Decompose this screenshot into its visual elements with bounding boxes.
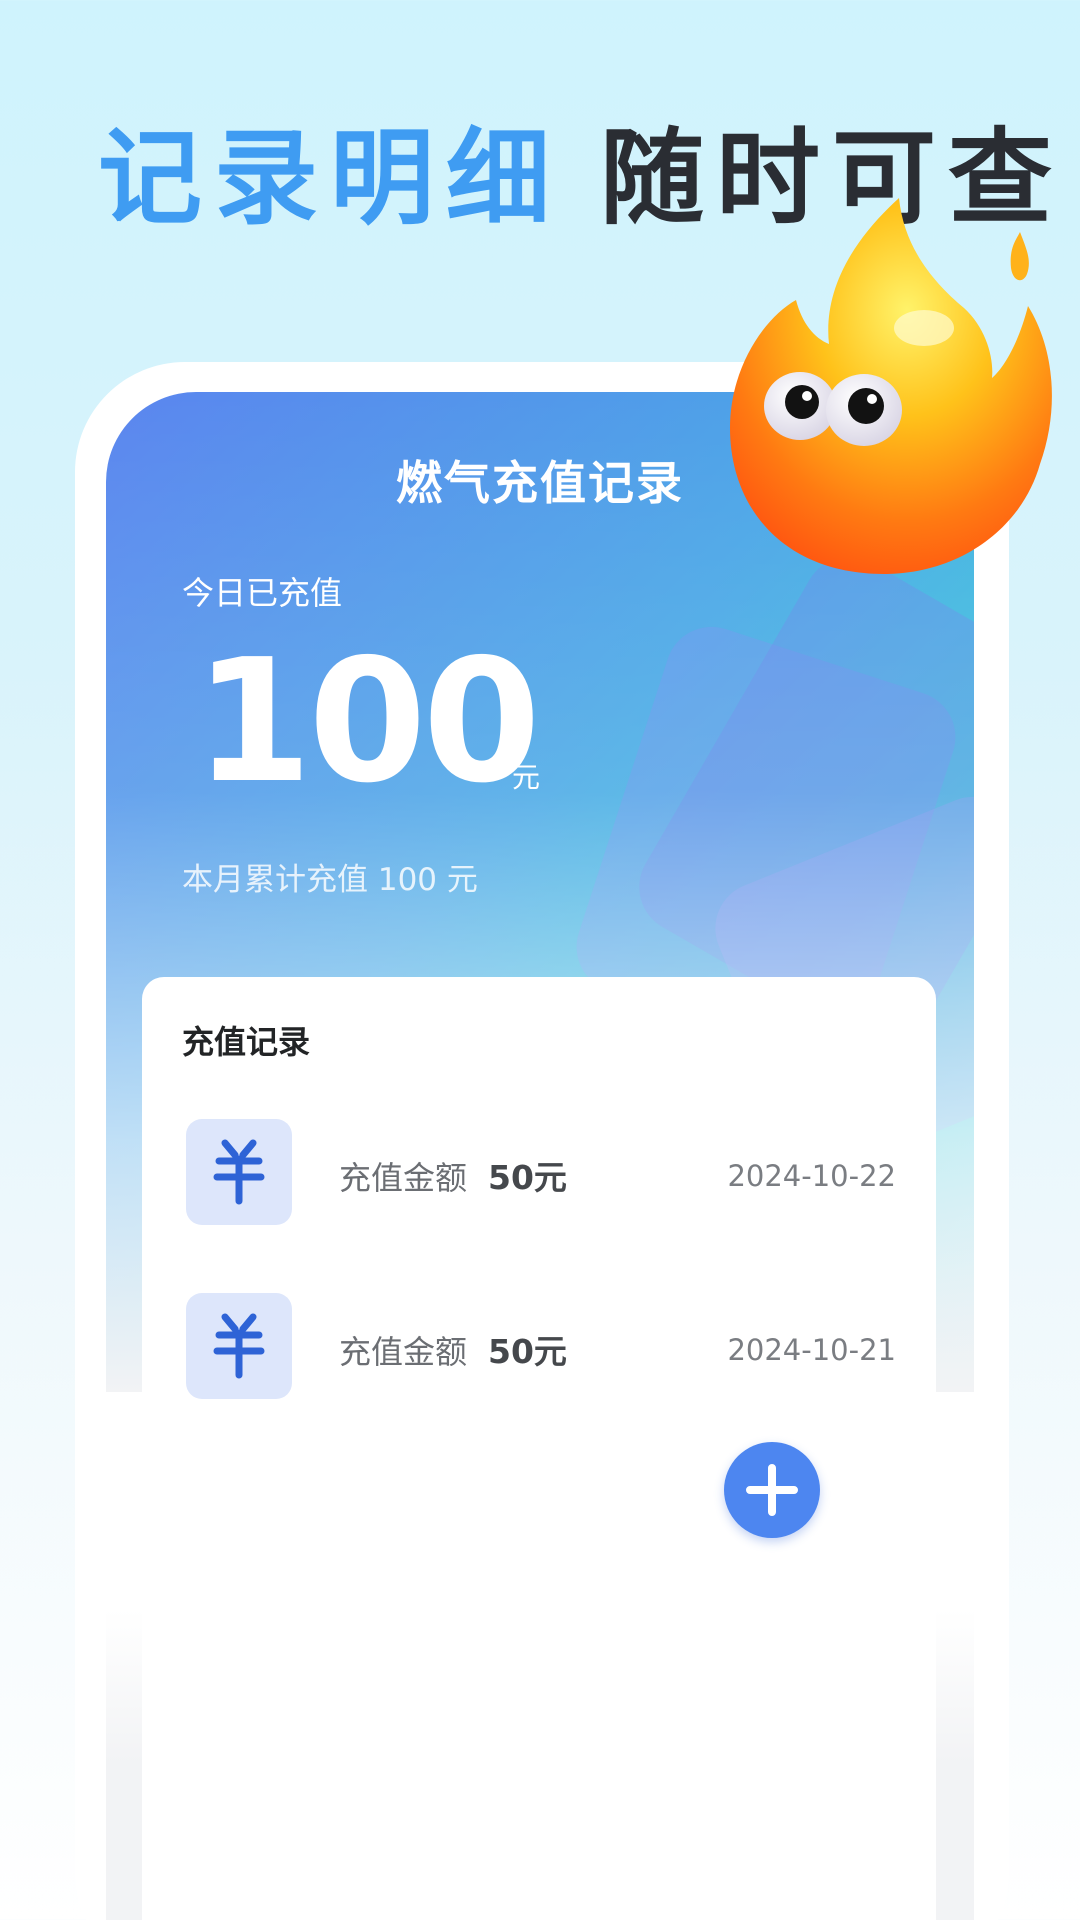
yuan-icon <box>186 1119 292 1225</box>
record-amount: 50元 <box>488 1332 567 1371</box>
month-summary: 本月累计充值 100 元 <box>182 862 478 898</box>
record-row[interactable]: 充值金额 50元 2024-10-21 <box>142 1293 936 1403</box>
record-label: 充值金额 <box>339 1159 468 1197</box>
headline-part-1: 记录明细 <box>98 117 563 239</box>
record-label: 充值金额 <box>339 1333 468 1371</box>
yuan-icon <box>186 1293 292 1399</box>
record-amount: 50元 <box>488 1158 567 1197</box>
records-title: 充值记录 <box>182 1023 311 1061</box>
record-row[interactable]: 充值金额 50元 2024-10-22 <box>142 1119 936 1229</box>
record-date: 2024-10-21 <box>727 1333 896 1367</box>
today-recharged-amount: 100 <box>194 623 541 821</box>
today-recharged-label: 今日已充值 <box>182 574 343 612</box>
records-card: 充值记录 充值金额 50元 2024-10-22 充值金额 50元 2024-1… <box>142 977 936 1920</box>
today-amount-unit: 元 <box>512 761 541 794</box>
record-date: 2024-10-22 <box>727 1159 896 1193</box>
plus-icon <box>746 1464 798 1516</box>
flame-mascot-icon <box>730 198 1052 574</box>
add-record-button[interactable] <box>724 1442 820 1538</box>
app-screen: 燃气充值记录 今日已充值 100 元 本月累计充值 100 元 充值记录 充值金… <box>106 392 974 1920</box>
